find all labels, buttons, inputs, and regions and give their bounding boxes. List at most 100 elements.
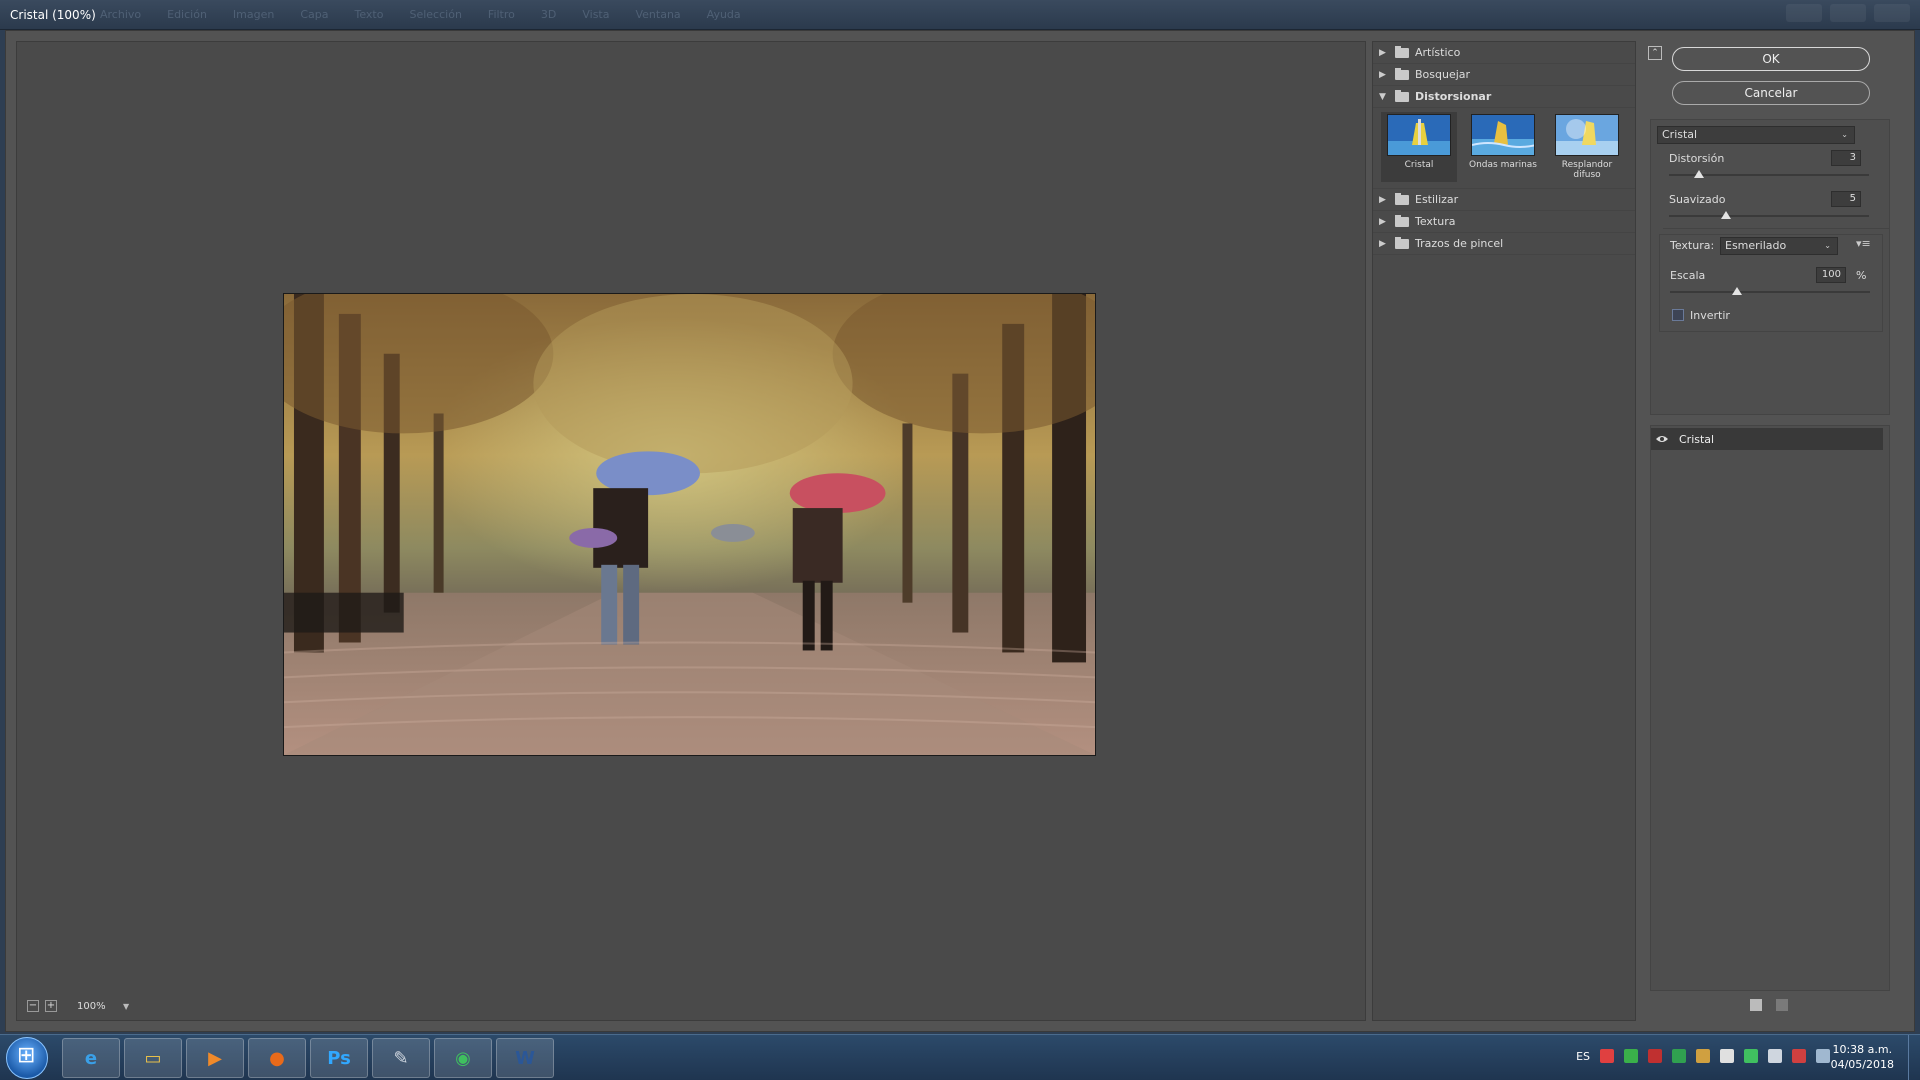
filter-select-value: Cristal: [1662, 128, 1698, 141]
chrome-tray-icon[interactable]: [1720, 1049, 1734, 1063]
preview-image[interactable]: [283, 293, 1096, 756]
scale-label: Escala: [1670, 269, 1706, 282]
folder-icon: [1395, 89, 1409, 102]
ghost-menu-item: Edición: [167, 8, 207, 21]
texture-menu-icon[interactable]: ▾≡: [1856, 237, 1871, 250]
taskbar-media-player-icon[interactable]: ▶: [186, 1038, 244, 1078]
collapsed-arrow-icon: ▶: [1379, 238, 1386, 249]
folder-bosquejar[interactable]: ▶ Bosquejar: [1373, 64, 1635, 86]
language-indicator[interactable]: ES: [1576, 1050, 1590, 1063]
taskbar-file-explorer-icon[interactable]: ▭: [124, 1038, 182, 1078]
slider-track: [1669, 215, 1869, 217]
folder-label: Bosquejar: [1415, 68, 1471, 81]
filter-gallery-dialog: − + 100% ▼ ▶ Artístico ▶ Bosquejar ▼ Dis…: [5, 30, 1915, 1032]
app-tray-icon[interactable]: [1648, 1049, 1662, 1063]
clock-time: 10:38 a.m.: [1832, 1043, 1893, 1056]
taskbar-internet-explorer-icon[interactable]: e: [62, 1038, 120, 1078]
filter-thumb-label: Ondas marinas: [1469, 160, 1537, 170]
volume-icon[interactable]: [1768, 1049, 1782, 1063]
maximize-button[interactable]: [1830, 4, 1866, 22]
folder-trazos-de-pincel[interactable]: ▶ Trazos de pincel: [1373, 233, 1635, 255]
ghost-menu-item: Capa: [300, 8, 329, 21]
thumbnail-image: [1555, 114, 1619, 156]
trash-icon[interactable]: [1776, 999, 1788, 1011]
slider-track: [1670, 291, 1870, 293]
rainy-park-photo: [284, 294, 1095, 755]
eye-icon[interactable]: [1651, 434, 1673, 444]
cancel-button[interactable]: Cancelar: [1672, 81, 1870, 105]
taskbar-word-icon[interactable]: W: [496, 1038, 554, 1078]
folder-icon: [1395, 192, 1409, 205]
clock[interactable]: 10:38 a.m. 04/05/2018: [1831, 1042, 1894, 1072]
filter-thumb-ondas-marinas[interactable]: Ondas marinas: [1465, 112, 1541, 182]
thumbnail-image: [1471, 114, 1535, 156]
chevron-down-icon: ⌄: [1841, 130, 1848, 139]
folder-icon: [1395, 45, 1409, 58]
filter-settings-panel: Cristal ⌄ Distorsión 3 Suavizado 5 Textu…: [1650, 119, 1890, 415]
expanded-arrow-icon: ▼: [1379, 91, 1386, 102]
slider-thumb[interactable]: [1694, 170, 1704, 178]
ghost-menu-item: 3D: [540, 8, 557, 21]
action-center-icon[interactable]: [1792, 1049, 1806, 1063]
layer-tools: [1750, 999, 1788, 1011]
texture-select-value: Esmerilado: [1725, 239, 1787, 252]
taskbar-firefox-icon[interactable]: ●: [248, 1038, 306, 1078]
network-icon[interactable]: [1600, 1049, 1614, 1063]
distortion-input[interactable]: 3: [1831, 150, 1861, 166]
texture-label: Textura:: [1670, 239, 1715, 252]
network-status-icon[interactable]: [1816, 1049, 1830, 1063]
close-button[interactable]: [1874, 4, 1910, 22]
tray-app-icon[interactable]: [1696, 1049, 1710, 1063]
filter-select[interactable]: Cristal ⌄: [1657, 126, 1855, 144]
slider-thumb[interactable]: [1731, 287, 1742, 295]
folder-label: Textura: [1415, 215, 1456, 228]
zoom-out-button[interactable]: −: [27, 1000, 39, 1012]
zoom-bar: − + 100% ▼: [27, 998, 129, 1014]
invert-checkbox[interactable]: [1672, 309, 1684, 321]
chevron-down-icon: ⌄: [1824, 241, 1831, 250]
divider: [1663, 228, 1889, 229]
folder-label: Trazos de pincel: [1415, 237, 1504, 250]
collapsed-arrow-icon: ▶: [1379, 69, 1386, 80]
window-title: Cristal (100%): [10, 8, 96, 22]
filter-thumb-cristal[interactable]: Cristal: [1381, 112, 1457, 182]
taskbar-chrome-icon[interactable]: ◉: [434, 1038, 492, 1078]
texture-select[interactable]: Esmerilado ⌄: [1720, 237, 1838, 255]
zoom-in-button[interactable]: +: [45, 1000, 57, 1012]
window-controls: [1786, 4, 1910, 22]
filter-thumb-resplandor-difuso[interactable]: Resplandor difuso: [1549, 112, 1625, 182]
folder-textura[interactable]: ▶ Textura: [1373, 211, 1635, 233]
collapsed-arrow-icon: ▶: [1379, 47, 1386, 58]
smoothness-slider[interactable]: [1669, 211, 1869, 221]
minimize-button[interactable]: [1786, 4, 1822, 22]
scale-input[interactable]: 100: [1816, 267, 1846, 283]
folder-artistico[interactable]: ▶ Artístico: [1373, 42, 1635, 64]
distortion-slider[interactable]: [1669, 170, 1869, 180]
preview-area[interactable]: − + 100% ▼: [16, 41, 1366, 1021]
update-icon[interactable]: [1744, 1049, 1758, 1063]
new-effect-layer-icon[interactable]: [1750, 999, 1762, 1011]
folder-label: Artístico: [1415, 46, 1461, 59]
zoom-dropdown-icon[interactable]: ▼: [123, 1002, 129, 1011]
start-button[interactable]: [6, 1037, 48, 1079]
ghost-menu-item: Imagen: [232, 8, 275, 21]
taskbar-photoshop-icon[interactable]: Ps: [310, 1038, 368, 1078]
collapsed-arrow-icon: ▶: [1379, 194, 1386, 205]
ok-button[interactable]: OK: [1672, 47, 1870, 71]
slider-thumb[interactable]: [1721, 211, 1732, 219]
shield-icon[interactable]: [1672, 1049, 1686, 1063]
collapsed-arrow-icon: ▶: [1379, 216, 1386, 227]
taskbar-notepad-icon[interactable]: ✎: [372, 1038, 430, 1078]
scale-slider[interactable]: [1670, 287, 1870, 297]
effect-layer-row[interactable]: Cristal: [1651, 428, 1883, 450]
zoom-level[interactable]: 100%: [77, 1001, 117, 1012]
show-desktop-button[interactable]: [1908, 1035, 1920, 1080]
folder-estilizar[interactable]: ▶ Estilizar: [1373, 189, 1635, 211]
folder-distorsionar[interactable]: ▼ Distorsionar: [1373, 86, 1635, 108]
window-titlebar: Cristal (100%) Archivo Edición Imagen Ca…: [0, 0, 1920, 30]
invert-label: Invertir: [1690, 309, 1730, 322]
antivirus-icon[interactable]: [1624, 1049, 1638, 1063]
scale-unit: %: [1856, 269, 1867, 282]
collapse-gallery-icon[interactable]: ⌃: [1648, 46, 1662, 60]
smoothness-input[interactable]: 5: [1831, 191, 1861, 207]
